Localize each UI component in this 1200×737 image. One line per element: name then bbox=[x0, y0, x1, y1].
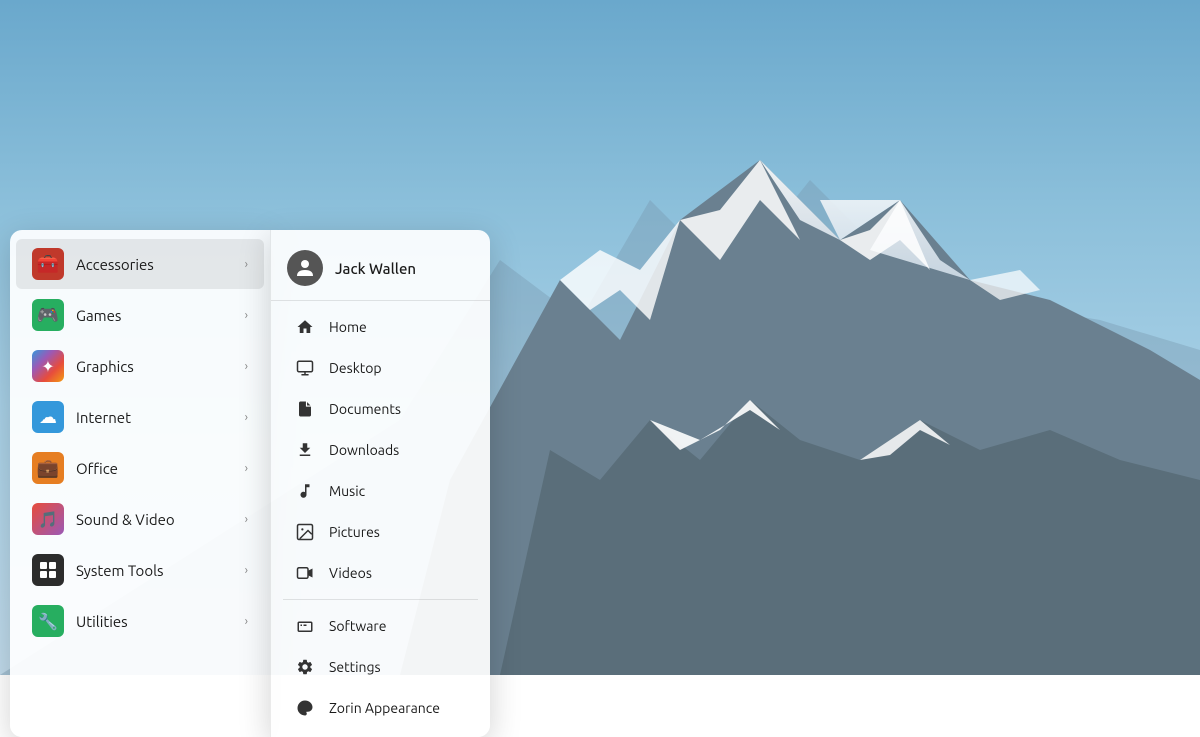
graphics-icon: ✦ bbox=[32, 350, 64, 382]
category-accessories[interactable]: 🧰 Accessories › bbox=[16, 239, 264, 289]
section-divider bbox=[283, 599, 478, 600]
user-name: Jack Wallen bbox=[335, 260, 416, 277]
desktop-label: Desktop bbox=[329, 360, 382, 376]
sound-video-arrow: › bbox=[245, 513, 248, 526]
place-documents[interactable]: Documents bbox=[277, 389, 484, 429]
system-tools-arrow: › bbox=[245, 564, 248, 577]
home-label: Home bbox=[329, 319, 367, 335]
category-office[interactable]: 💼 Office › bbox=[16, 443, 264, 493]
software-icon bbox=[293, 614, 317, 638]
graphics-label: Graphics bbox=[76, 358, 245, 375]
categories-panel: 🧰 Accessories › 🎮 Games › ✦ Graphics › ☁… bbox=[10, 230, 270, 737]
games-label: Games bbox=[76, 307, 245, 324]
user-section: Jack Wallen bbox=[271, 238, 490, 301]
settings-label: Settings bbox=[329, 659, 381, 675]
system-zorin-appearance[interactable]: Zorin Appearance bbox=[277, 688, 484, 728]
category-sound-video[interactable]: 🎵 Sound & Video › bbox=[16, 494, 264, 544]
software-label: Software bbox=[329, 618, 386, 634]
place-music[interactable]: Music bbox=[277, 471, 484, 511]
videos-label: Videos bbox=[329, 565, 372, 581]
downloads-label: Downloads bbox=[329, 442, 399, 458]
sound-video-label: Sound & Video bbox=[76, 511, 245, 528]
zorin-appearance-label: Zorin Appearance bbox=[329, 700, 440, 716]
system-section: Software Settings Zorin Appearance bbox=[271, 606, 490, 728]
system-tools-icon bbox=[32, 554, 64, 586]
place-downloads[interactable]: Downloads bbox=[277, 430, 484, 470]
games-arrow: › bbox=[245, 309, 248, 322]
category-graphics[interactable]: ✦ Graphics › bbox=[16, 341, 264, 391]
office-label: Office bbox=[76, 460, 245, 477]
downloads-icon bbox=[293, 438, 317, 462]
videos-icon bbox=[293, 561, 317, 585]
pictures-icon bbox=[293, 520, 317, 544]
utilities-arrow: › bbox=[245, 615, 248, 628]
accessories-arrow: › bbox=[245, 258, 248, 271]
places-panel: Jack Wallen Home Desktop bbox=[270, 230, 490, 737]
zorin-appearance-icon bbox=[293, 696, 317, 720]
pictures-label: Pictures bbox=[329, 524, 380, 540]
music-icon bbox=[293, 479, 317, 503]
category-games[interactable]: 🎮 Games › bbox=[16, 290, 264, 340]
category-system-tools[interactable]: System Tools › bbox=[16, 545, 264, 595]
system-tools-label: System Tools bbox=[76, 562, 245, 579]
app-menu: 🧰 Accessories › 🎮 Games › ✦ Graphics › ☁… bbox=[10, 230, 490, 737]
place-desktop[interactable]: Desktop bbox=[277, 348, 484, 388]
system-settings[interactable]: Settings bbox=[277, 647, 484, 687]
desktop-icon bbox=[293, 356, 317, 380]
accessories-label: Accessories bbox=[76, 256, 245, 273]
place-pictures[interactable]: Pictures bbox=[277, 512, 484, 552]
avatar bbox=[287, 250, 323, 286]
accessories-icon: 🧰 bbox=[32, 248, 64, 280]
place-home[interactable]: Home bbox=[277, 307, 484, 347]
internet-icon: ☁ bbox=[32, 401, 64, 433]
documents-label: Documents bbox=[329, 401, 401, 417]
sound-video-icon: 🎵 bbox=[32, 503, 64, 535]
utilities-icon: 🔧 bbox=[32, 605, 64, 637]
settings-icon bbox=[293, 655, 317, 679]
documents-icon bbox=[293, 397, 317, 421]
office-icon: 💼 bbox=[32, 452, 64, 484]
places-section: Home Desktop Documents bbox=[271, 307, 490, 593]
internet-arrow: › bbox=[245, 411, 248, 424]
place-videos[interactable]: Videos bbox=[277, 553, 484, 593]
graphics-arrow: › bbox=[245, 360, 248, 373]
utilities-label: Utilities bbox=[76, 613, 245, 630]
category-utilities[interactable]: 🔧 Utilities › bbox=[16, 596, 264, 646]
internet-label: Internet bbox=[76, 409, 245, 426]
category-internet[interactable]: ☁ Internet › bbox=[16, 392, 264, 442]
games-icon: 🎮 bbox=[32, 299, 64, 331]
home-icon bbox=[293, 315, 317, 339]
system-software[interactable]: Software bbox=[277, 606, 484, 646]
office-arrow: › bbox=[245, 462, 248, 475]
music-label: Music bbox=[329, 483, 365, 499]
